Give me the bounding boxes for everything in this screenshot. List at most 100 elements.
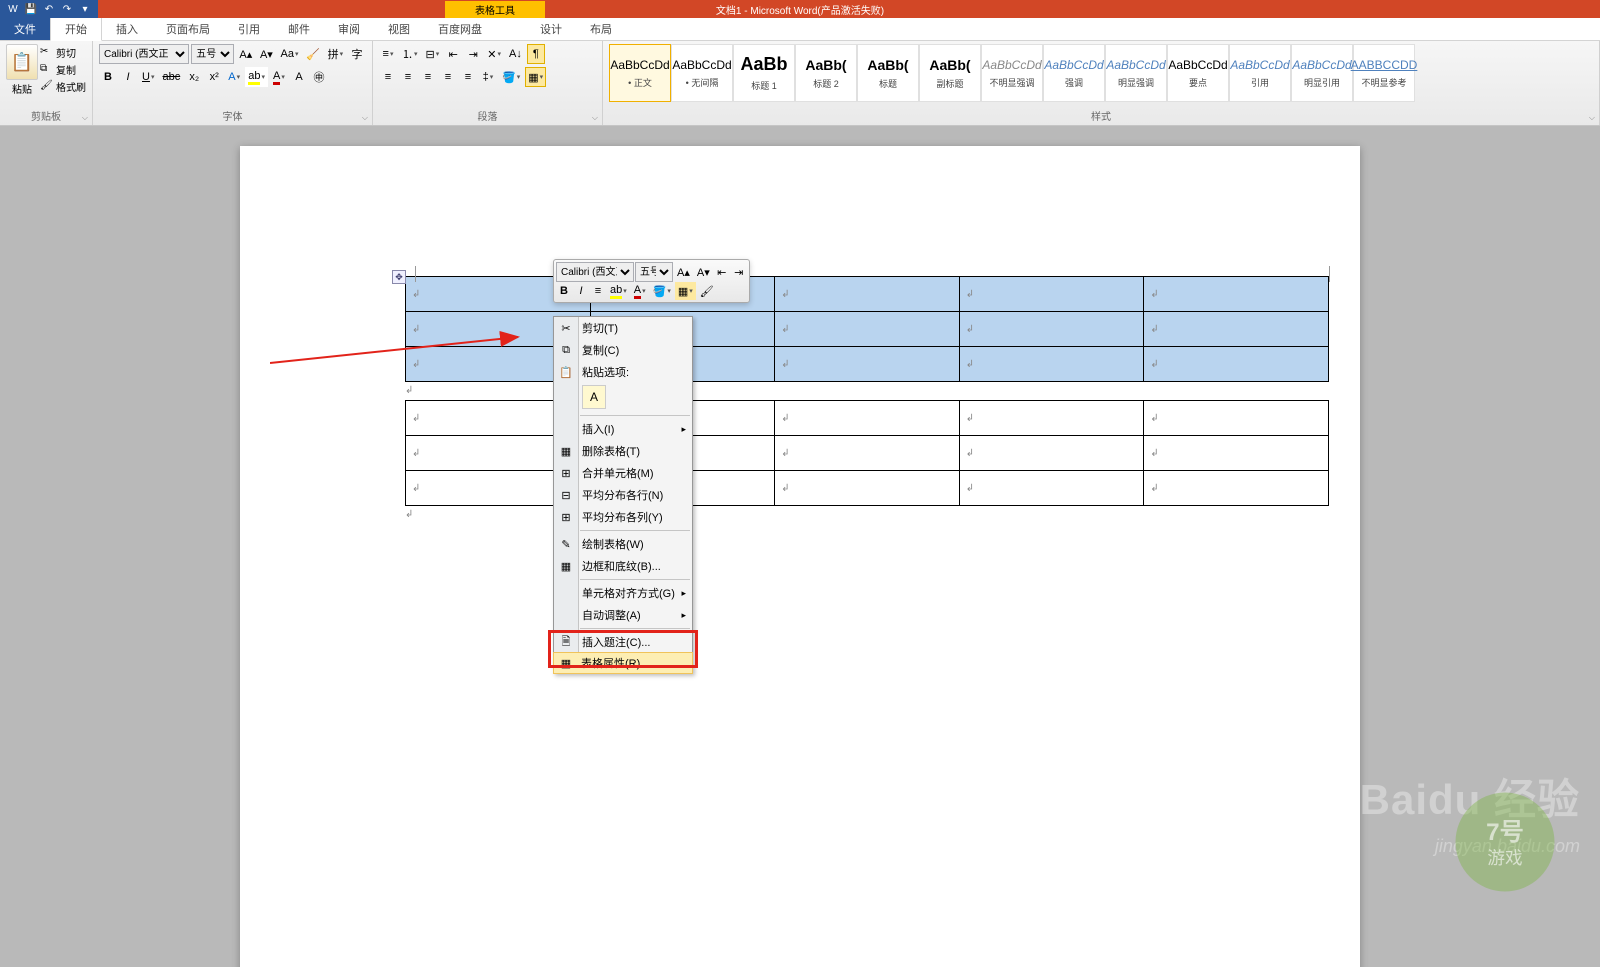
font-size-combo[interactable]: 五号 — [191, 44, 234, 64]
style-item[interactable]: AaBbCcDd明显强调 — [1105, 44, 1167, 102]
asian-layout-button[interactable]: ✕ — [484, 44, 504, 64]
strikethrough-button[interactable]: abc — [159, 67, 183, 87]
ctx-cut[interactable]: ✂剪切(T) — [554, 317, 692, 339]
style-item[interactable]: AaBbCcDd强调 — [1043, 44, 1105, 102]
table-selected[interactable]: ↲↲↲↲↲ ↲↲↲↲↲ ↲↲↲↲↲ — [405, 276, 1329, 382]
table-move-handle[interactable]: ✥ — [392, 270, 406, 284]
cut-button[interactable]: ✂剪切 — [40, 44, 86, 61]
mini-highlight[interactable]: ab — [607, 282, 630, 300]
align-right-button[interactable]: ≡ — [419, 67, 437, 87]
format-painter-button[interactable]: 🖌格式刷 — [40, 78, 86, 95]
shading-button[interactable]: 🪣 — [499, 67, 523, 87]
phonetic-button[interactable]: 拼 — [325, 44, 346, 64]
style-item[interactable]: AaBbCcDd• 正文 — [609, 44, 671, 102]
ctx-distribute-cols[interactable]: ⊞平均分布各列(Y) — [554, 506, 692, 528]
mini-align[interactable]: ≡ — [590, 282, 606, 300]
mini-shading[interactable]: 🪣 — [650, 282, 674, 300]
sort-button[interactable]: A↓ — [506, 44, 525, 64]
style-item[interactable]: AABBCCDD不明显参考 — [1353, 44, 1415, 102]
style-item[interactable]: AaBbCcDd引用 — [1229, 44, 1291, 102]
ctx-caption[interactable]: 🗎插入题注(C)... — [554, 631, 692, 653]
bullets-button[interactable]: ≡ — [379, 44, 397, 64]
superscript-button[interactable]: x² — [205, 67, 223, 87]
underline-button[interactable]: U — [139, 67, 157, 87]
tab-table-design[interactable]: 设计 — [526, 18, 576, 40]
italic-button[interactable]: I — [119, 67, 137, 87]
ctx-draw-table[interactable]: ✎绘制表格(W) — [554, 533, 692, 555]
document-area[interactable]: ✥ ↲↲↲↲↲ ↲↲↲↲↲ ↲↲↲↲↲ ↲ ↲↲↲↲↲ ↲↲↲↲↲ ↲↲↲↲↲ … — [0, 126, 1600, 967]
qat-more-icon[interactable]: ▾ — [78, 2, 92, 16]
style-item[interactable]: AaBb(副标题 — [919, 44, 981, 102]
table-row[interactable]: ↲↲↲↲↲ — [406, 312, 1329, 347]
tab-baidu[interactable]: 百度网盘 — [424, 18, 496, 40]
font-color-button[interactable]: A — [270, 67, 288, 87]
style-item[interactable]: AaBbCcDd要点 — [1167, 44, 1229, 102]
redo-icon[interactable]: ↷ — [60, 2, 74, 16]
style-item[interactable]: AaBb标题 1 — [733, 44, 795, 102]
tab-home[interactable]: 开始 — [50, 17, 102, 41]
table-row[interactable]: ↲↲↲↲↲ — [406, 347, 1329, 382]
save-icon[interactable]: 💾 — [24, 2, 38, 16]
mini-decrease-indent[interactable]: ⇤ — [714, 263, 730, 281]
char-border-button[interactable]: A — [290, 67, 308, 87]
align-left-button[interactable]: ≡ — [379, 67, 397, 87]
mini-bold[interactable]: B — [556, 282, 572, 300]
line-spacing-button[interactable]: ‡ — [479, 67, 497, 87]
increase-indent-button[interactable]: ⇥ — [464, 44, 482, 64]
ctx-copy[interactable]: ⧉复制(C) — [554, 339, 692, 361]
style-item[interactable]: AaBb(标题 2 — [795, 44, 857, 102]
paste-button[interactable]: 📋 — [6, 44, 38, 80]
ctx-alignment[interactable]: 单元格对齐方式(G) — [554, 582, 692, 604]
char-shading-button[interactable]: ㊥ — [310, 67, 328, 87]
decrease-indent-button[interactable]: ⇤ — [444, 44, 462, 64]
mini-italic[interactable]: I — [573, 282, 589, 300]
font-family-combo[interactable]: Calibri (西文正 — [99, 44, 189, 64]
text-effects-button[interactable]: A — [225, 67, 243, 87]
copy-button[interactable]: ⧉复制 — [40, 61, 86, 78]
shrink-font-button[interactable]: A▾ — [257, 44, 276, 64]
paste-keep-text[interactable]: A — [582, 385, 606, 409]
ctx-borders[interactable]: ▦边框和底纹(B)... — [554, 555, 692, 577]
align-center-button[interactable]: ≡ — [399, 67, 417, 87]
style-item[interactable]: AaBb(标题 — [857, 44, 919, 102]
ctx-table-properties[interactable]: ▦表格属性(R)... — [553, 652, 693, 674]
tab-review[interactable]: 审阅 — [324, 18, 374, 40]
undo-icon[interactable]: ↶ — [42, 2, 56, 16]
borders-button[interactable]: ▦ — [525, 67, 546, 87]
mini-borders[interactable]: ▦ — [675, 282, 696, 300]
mini-grow-font[interactable]: A▴ — [674, 263, 693, 281]
grow-font-button[interactable]: A▴ — [236, 44, 255, 64]
style-item[interactable]: AaBbCcDd明显引用 — [1291, 44, 1353, 102]
mini-size-combo[interactable]: 五号 — [635, 262, 673, 282]
mini-font-color[interactable]: A — [631, 282, 649, 300]
tab-view[interactable]: 视图 — [374, 18, 424, 40]
mini-increase-indent[interactable]: ⇥ — [731, 263, 747, 281]
show-marks-button[interactable]: ¶ — [527, 44, 545, 64]
table-row[interactable]: ↲↲↲↲↲ — [406, 401, 1329, 436]
highlight-button[interactable]: ab — [245, 67, 268, 87]
ctx-delete-table[interactable]: ▦删除表格(T) — [554, 440, 692, 462]
bold-button[interactable]: B — [99, 67, 117, 87]
style-item[interactable]: AaBbCcDd不明显强调 — [981, 44, 1043, 102]
tab-table-layout[interactable]: 布局 — [576, 18, 626, 40]
tab-insert[interactable]: 插入 — [102, 18, 152, 40]
style-item[interactable]: AaBbCcDd• 无间隔 — [671, 44, 733, 102]
clear-format-button[interactable]: 🧹 — [303, 44, 322, 64]
mini-font-combo[interactable]: Calibri (西文正 — [556, 262, 634, 282]
tab-file[interactable]: 文件 — [0, 18, 50, 40]
tab-mailings[interactable]: 邮件 — [274, 18, 324, 40]
change-case-button[interactable]: Aa — [278, 44, 302, 64]
table-unselected[interactable]: ↲↲↲↲↲ ↲↲↲↲↲ ↲↲↲↲↲ — [405, 400, 1329, 506]
multilevel-button[interactable]: ⊟ — [423, 44, 443, 64]
table-row[interactable]: ↲↲↲↲↲ — [406, 277, 1329, 312]
subscript-button[interactable]: x₂ — [185, 67, 203, 87]
ctx-distribute-rows[interactable]: ⊟平均分布各行(N) — [554, 484, 692, 506]
enclose-button[interactable]: 字 — [348, 44, 366, 64]
ctx-autofit[interactable]: 自动调整(A) — [554, 604, 692, 626]
justify-button[interactable]: ≡ — [439, 67, 457, 87]
tab-page-layout[interactable]: 页面布局 — [152, 18, 224, 40]
distributed-button[interactable]: ≡ — [459, 67, 477, 87]
table-row[interactable]: ↲↲↲↲↲ — [406, 436, 1329, 471]
styles-gallery[interactable]: AaBbCcDd• 正文AaBbCcDd• 无间隔AaBb标题 1AaBb(标题… — [609, 44, 1593, 102]
tab-references[interactable]: 引用 — [224, 18, 274, 40]
